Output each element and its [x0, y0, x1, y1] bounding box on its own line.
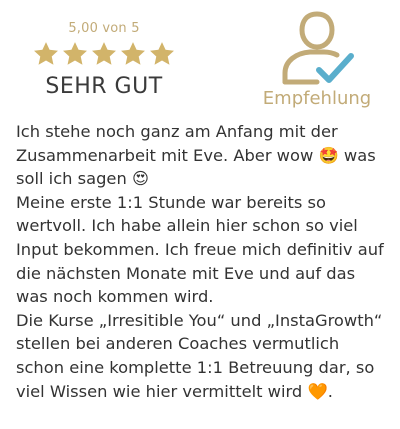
recommendation-block: Empfehlung — [262, 10, 372, 110]
rating-block: 5,00 von 5 SEHR GUT — [30, 20, 178, 100]
review-paragraph: Die Kurse „Irresitible You“ und „InstaGr… — [16, 310, 383, 401]
review-text: Ich stehe noch ganz am Anfang mit der Zu… — [16, 120, 392, 403]
star-icon — [90, 40, 118, 72]
star-icon — [32, 40, 60, 72]
rating-score: 5,00 von 5 — [68, 21, 140, 36]
user-check-icon — [262, 10, 372, 88]
star-icon — [148, 40, 176, 72]
recommendation-label: Empfehlung — [262, 88, 372, 109]
rating-label: SEHR GUT — [45, 74, 163, 99]
review-paragraph: Ich stehe noch ganz am Anfang mit der Zu… — [16, 122, 376, 189]
star-rating — [30, 40, 178, 72]
star-icon — [61, 40, 89, 72]
review-paragraph: Meine erste 1:1 Stunde war bereits so we… — [16, 192, 384, 307]
star-icon — [119, 40, 147, 72]
